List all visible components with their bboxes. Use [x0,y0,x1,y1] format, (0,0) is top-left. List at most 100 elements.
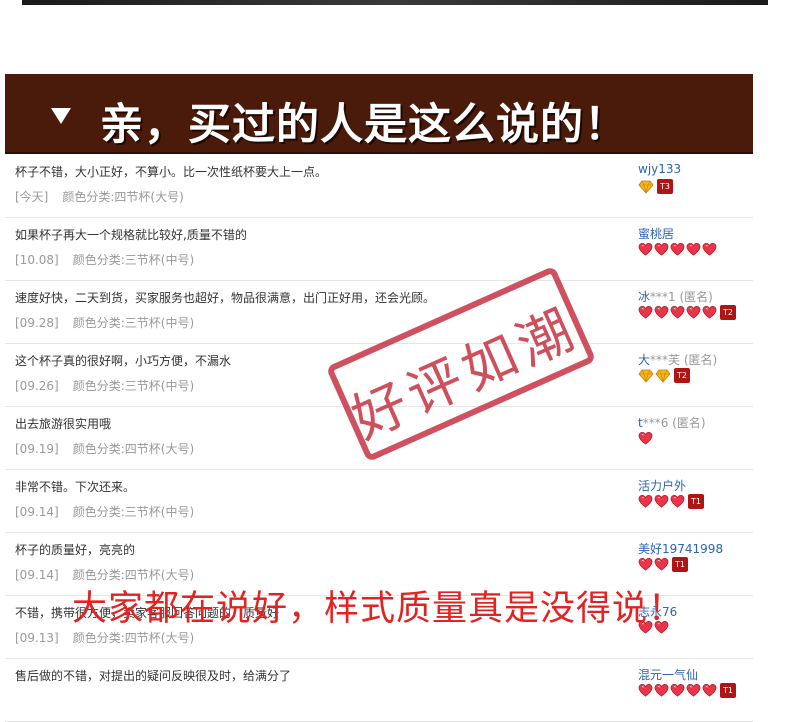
heart-icon [638,305,653,320]
review-sku: 颜色分类:四节杯(大号) [62,190,184,204]
heart-icon [638,494,653,509]
heart-icon [702,683,717,698]
reviewer-name[interactable]: 活力户外 [638,479,686,493]
diamond-icon [655,368,671,383]
diamond-icon [638,179,654,194]
reviewer[interactable]: 混元一气仙 [638,666,698,683]
member-level-badge: T1 [688,494,704,509]
review-date: [09.14] [15,505,59,519]
heart-icon [638,242,653,257]
reviewer-name[interactable]: 蜜桃居 [638,227,674,241]
review-row-1: 杯子不错，大小正好，不算小。比一次性纸杯要大上一点。 [今天] 颜色分类:四节杯(… [5,155,753,218]
review-text: 这个杯子真的很好啊，小巧方便，不漏水 [15,354,232,368]
review-date: [10.08] [15,253,59,267]
review-meta: [09.26] 颜色分类:三节杯(中号) [15,377,194,394]
heart-icon [686,305,701,320]
reviewer-badges [638,242,718,258]
heart-icon [670,305,685,320]
triangle-down-icon [51,108,71,124]
heart-icon [654,683,669,698]
review-row-3: 速度好快，二天到货，买家服务也超好，物品很满意，出门正好用，还会光顾。 [09.… [5,281,753,344]
heart-icon [638,431,653,446]
review-sku: 颜色分类:三节杯(中号) [72,379,195,393]
reviewer[interactable]: 大***芙 (匿名) [638,351,717,368]
member-level-badge: T1 [720,683,736,698]
review-row-6: 非常不错。下次还来。 [09.14] 颜色分类:三节杯(中号) 活力户外 T1 [5,470,753,533]
review-date: [09.26] [15,379,59,393]
reviewer[interactable]: 蜜桃居 [638,225,674,242]
review-text: 出去旅游很实用哦 [15,417,112,431]
reviewer-name[interactable]: 冰 [638,290,650,304]
review-text: 非常不错。下次还来。 [15,480,136,494]
review-date: [今天] [15,190,49,204]
heart-icon [638,557,653,572]
reviewer[interactable]: 美好19741998 [638,540,723,557]
review-sku: 颜色分类:三节杯(中号) [72,316,195,330]
anonymous-label: (匿名) [668,416,706,430]
top-dark-strip [22,0,768,5]
heart-icon [670,494,685,509]
review-meta: [09.14] 颜色分类:三节杯(中号) [15,503,194,520]
member-level-badge: T2 [674,368,690,383]
heart-icon [670,242,685,257]
reviewer-name-masked: ***6 [642,416,669,430]
slogan-text: 大家都在说好，样式质量真是没得说！ [72,589,685,629]
reviewer-badges: T1 [638,683,736,699]
reviewer[interactable]: wjy133 [638,162,681,176]
diamond-icon [638,368,654,383]
review-meta [15,692,29,706]
reviewer-badges: T2 [638,368,690,384]
reviewer-badges: T3 [638,179,673,195]
review-row-9: 售后做的不错，对提出的疑问反映很及时，给满分了 混元一气仙 T1 [5,659,753,722]
review-date: [09.13] [15,631,59,645]
reviewer-name-masked: ***芙 [650,353,681,367]
reviewer-name[interactable]: 大 [638,353,650,367]
review-row-2: 如果杯子再大一个规格就比较好,质量不错的 [10.08] 颜色分类:三节杯(中号)… [5,218,753,281]
heart-icon [686,242,701,257]
reviewer-name-masked: ***1 [650,290,676,304]
review-text: 杯子的质量好，亮亮的 [15,543,136,557]
member-level-badge: T2 [720,305,736,320]
heart-icon [654,494,669,509]
heart-icon [670,683,685,698]
banner-title: 亲，买过的人是这么说的！ [100,100,628,150]
reviewer-badges: T1 [638,557,688,573]
review-meta: [09.13] 颜色分类:四节杯(大号) [15,629,194,646]
reviewer-name[interactable]: 混元一气仙 [638,668,698,682]
reviewer-name[interactable]: wjy133 [638,162,681,176]
reviewer-badges: T2 [638,305,736,321]
review-date: [09.19] [15,442,59,456]
reviewer-badges: T1 [638,494,704,510]
review-sku: 颜色分类:四节杯(大号) [72,631,195,645]
review-text: 速度好快，二天到货，买家服务也超好，物品很满意，出门正好用，还会光顾。 [15,291,436,305]
heart-icon [654,305,669,320]
heart-icon [654,557,669,572]
heart-icon [638,683,653,698]
review-text: 如果杯子再大一个规格就比较好,质量不错的 [15,228,247,242]
review-text: 杯子不错，大小正好，不算小。比一次性纸杯要大上一点。 [15,165,328,179]
review-sku: 颜色分类:四节杯(大号) [72,442,195,456]
review-date: [09.14] [15,568,59,582]
anonymous-label: (匿名) [680,353,718,367]
reviewer[interactable]: 冰***1 (匿名) [638,288,713,305]
reviews-banner: 亲，买过的人是这么说的！ [5,74,753,154]
review-meta: [09.28] 颜色分类:三节杯(中号) [15,314,194,331]
review-sku: 颜色分类:三节杯(中号) [72,505,195,519]
heart-icon [654,242,669,257]
review-meta: [09.19] 颜色分类:四节杯(大号) [15,440,194,457]
review-date: [09.28] [15,316,59,330]
heart-icon [702,305,717,320]
review-meta: [今天] 颜色分类:四节杯(大号) [15,188,184,205]
reviewer-badges [638,431,654,447]
anonymous-label: (匿名) [675,290,713,304]
heart-icon [686,683,701,698]
review-meta: [10.08] 颜色分类:三节杯(中号) [15,251,194,268]
review-text: 售后做的不错，对提出的疑问反映很及时，给满分了 [15,669,292,683]
member-level-badge: T1 [672,557,688,572]
reviewer-name[interactable]: 美好19741998 [638,542,723,556]
reviewer[interactable]: t***6 (匿名) [638,414,706,431]
heart-icon [702,242,717,257]
member-level-badge: T3 [657,179,673,194]
review-sku: 颜色分类:三节杯(中号) [72,253,195,267]
reviewer[interactable]: 活力户外 [638,477,686,494]
